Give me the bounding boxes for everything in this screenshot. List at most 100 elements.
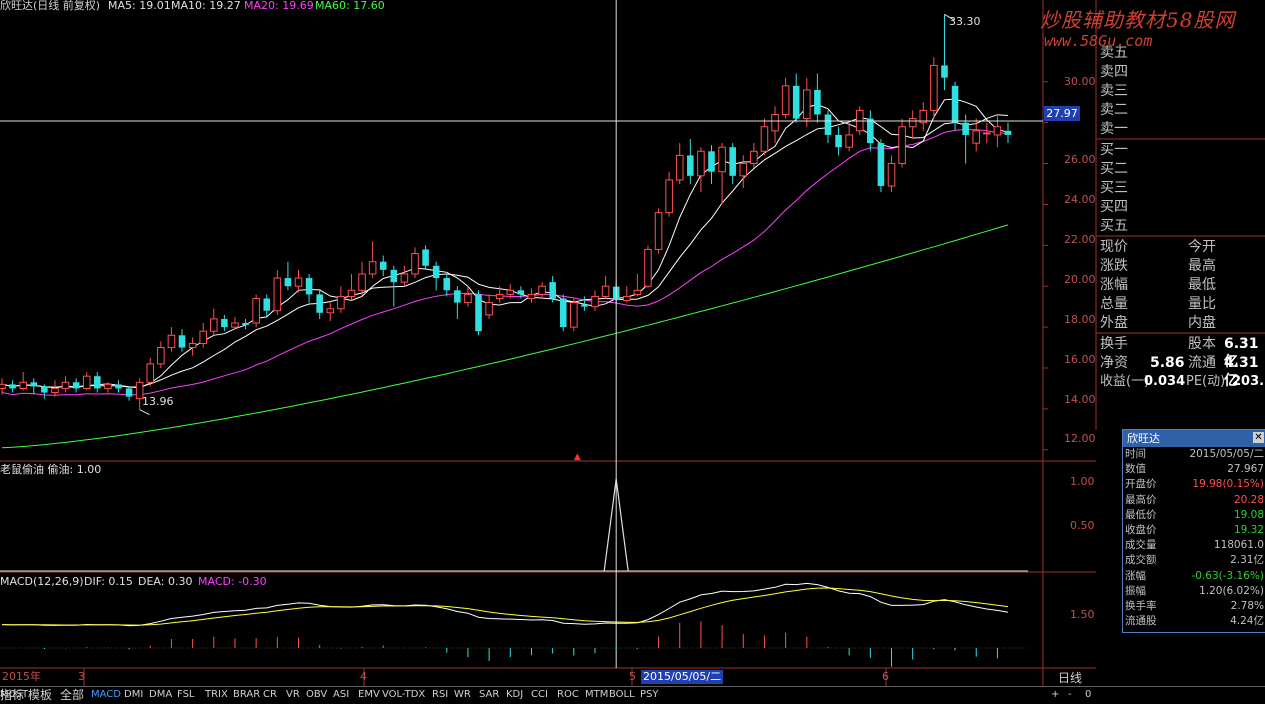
popup-row-label: 开盘价 xyxy=(1125,478,1157,491)
zoom-zero-button[interactable]: 0 xyxy=(1085,687,1091,703)
candle-body xyxy=(601,285,610,297)
close-icon[interactable]: ✕ xyxy=(1253,432,1264,443)
tab-trix[interactable]: TRIX xyxy=(205,687,228,703)
popup-title: 欣旺达 xyxy=(1127,432,1160,445)
candle-body xyxy=(1004,130,1012,135)
tab-dmi[interactable]: DMI xyxy=(124,687,143,703)
tab-brar[interactable]: BRAR xyxy=(233,687,260,703)
candle-body xyxy=(665,179,673,214)
candle-body xyxy=(19,381,27,389)
buy-level: 买一 xyxy=(1100,142,1128,158)
tab-mtm[interactable]: MTM xyxy=(585,687,608,703)
popup-row-value: 19.98(0.15%) xyxy=(1192,478,1264,491)
candle-body xyxy=(125,388,133,397)
candle-body xyxy=(570,302,578,328)
candle-body xyxy=(687,155,694,176)
low-annotation: 13.96 xyxy=(142,395,174,408)
tab-vol-tdx[interactable]: VOL-TDX xyxy=(382,687,425,703)
popup-row-label: 最低价 xyxy=(1125,508,1157,521)
tab-vr[interactable]: VR xyxy=(286,687,300,703)
stat-label: 量比 xyxy=(1188,296,1216,312)
popup-row: 开盘价 19.98(0.15%) xyxy=(1123,477,1265,492)
tab-dma[interactable]: DMA xyxy=(149,687,172,703)
candle-body xyxy=(411,253,419,275)
buy-level: 买五 xyxy=(1100,218,1128,234)
candle-body xyxy=(877,143,885,187)
candle-body xyxy=(41,386,48,393)
stat-label: 外盘 xyxy=(1100,315,1128,331)
popup-row-value: 20.28 xyxy=(1233,493,1264,506)
candle-body xyxy=(622,295,631,302)
tab-wr[interactable]: WR xyxy=(454,687,471,703)
candle-body xyxy=(591,295,599,308)
tab-kdj[interactable]: KDJ xyxy=(506,687,523,703)
fund-label: 流通 xyxy=(1188,355,1216,371)
candle-body xyxy=(9,384,16,389)
buy-level: 买二 xyxy=(1100,161,1128,177)
candle-body xyxy=(845,134,853,148)
tab-obv[interactable]: OBV xyxy=(306,687,327,703)
macd-dif: DIF: 0.15 xyxy=(84,575,133,588)
candle-body xyxy=(422,249,429,266)
popup-row-value: 1.20(6.02%) xyxy=(1199,584,1264,597)
tab-macd[interactable]: MACD xyxy=(91,687,121,703)
data-window-popup[interactable]: 欣旺达 ✕ 时间 2015/05/05/二 数值 27.967 开盘价 19.98(0.1… xyxy=(1122,429,1265,633)
candle-body xyxy=(400,273,409,283)
high-annotation: 33.30 xyxy=(949,15,981,28)
tab-全部[interactable]: 全部 xyxy=(60,687,84,703)
popup-titlebar[interactable]: 欣旺达 ✕ xyxy=(1123,430,1265,447)
tab-asi[interactable]: ASI xyxy=(333,687,349,703)
tab-sar[interactable]: SAR xyxy=(479,687,499,703)
popup-row: 成交量 118061.0 xyxy=(1123,538,1265,553)
candle-body xyxy=(771,113,779,132)
buy-level: 买三 xyxy=(1100,180,1128,196)
candle-body xyxy=(231,322,239,328)
candle-body xyxy=(94,376,101,389)
tab-fsl[interactable]: FSL xyxy=(177,687,195,703)
candle-body xyxy=(443,278,451,291)
popup-row-label: 换手率 xyxy=(1125,599,1157,612)
tab-psy[interactable]: PSY xyxy=(640,687,659,703)
period-label[interactable]: 日线 xyxy=(1058,669,1082,686)
candle-body xyxy=(30,382,38,387)
candle-body xyxy=(559,298,567,328)
time-axis-april: 4 xyxy=(360,670,367,683)
popup-row: 换手率 2.78% xyxy=(1123,599,1265,614)
sell-level: 卖四 xyxy=(1100,64,1128,80)
candle-body xyxy=(814,89,821,115)
tab-emv[interactable]: EMV xyxy=(358,687,380,703)
tab-模板[interactable]: 模板 xyxy=(28,687,52,703)
tab-mcst[interactable]: MCST xyxy=(0,687,28,703)
candle-body xyxy=(273,277,282,312)
candle-body xyxy=(115,384,122,389)
popup-row-label: 成交量 xyxy=(1125,539,1157,552)
candle-body xyxy=(210,318,218,332)
candle-body xyxy=(485,302,493,316)
popup-row: 最低价 19.08 xyxy=(1123,508,1265,523)
time-axis-march: 3 xyxy=(78,670,85,683)
candle-body xyxy=(157,347,165,365)
macd-tick: 1.50 xyxy=(1070,608,1095,621)
fund-label: 净资 xyxy=(1100,355,1128,371)
tab-cr[interactable]: CR xyxy=(263,687,277,703)
macd-value: MACD: -0.30 xyxy=(198,575,267,588)
tab-boll[interactable]: BOLL xyxy=(609,687,635,703)
macd-dea: DEA: 0.30 xyxy=(138,575,193,588)
candle-body xyxy=(972,130,981,144)
candle-body xyxy=(221,318,228,328)
candle-body xyxy=(263,298,271,311)
ma5-line xyxy=(1,98,1009,389)
candle-body xyxy=(941,65,948,78)
popup-row-value: 2.78% xyxy=(1230,599,1264,612)
stat-label: 涨幅 xyxy=(1100,277,1128,293)
fund-value: 5.86 xyxy=(1150,355,1185,371)
candle-body xyxy=(368,261,377,275)
tab-rsi[interactable]: RSI xyxy=(432,687,448,703)
zoom-minus-button[interactable]: - xyxy=(1068,687,1072,703)
zoom-plus-button[interactable]: + xyxy=(1051,687,1059,703)
tab-cci[interactable]: CCI xyxy=(531,687,548,703)
tab-roc[interactable]: ROC xyxy=(557,687,579,703)
ma10-label: MA10: 19.27 xyxy=(171,0,241,12)
price-tick: 24.00 xyxy=(1064,193,1096,206)
price-tick: 18.00 xyxy=(1064,313,1096,326)
